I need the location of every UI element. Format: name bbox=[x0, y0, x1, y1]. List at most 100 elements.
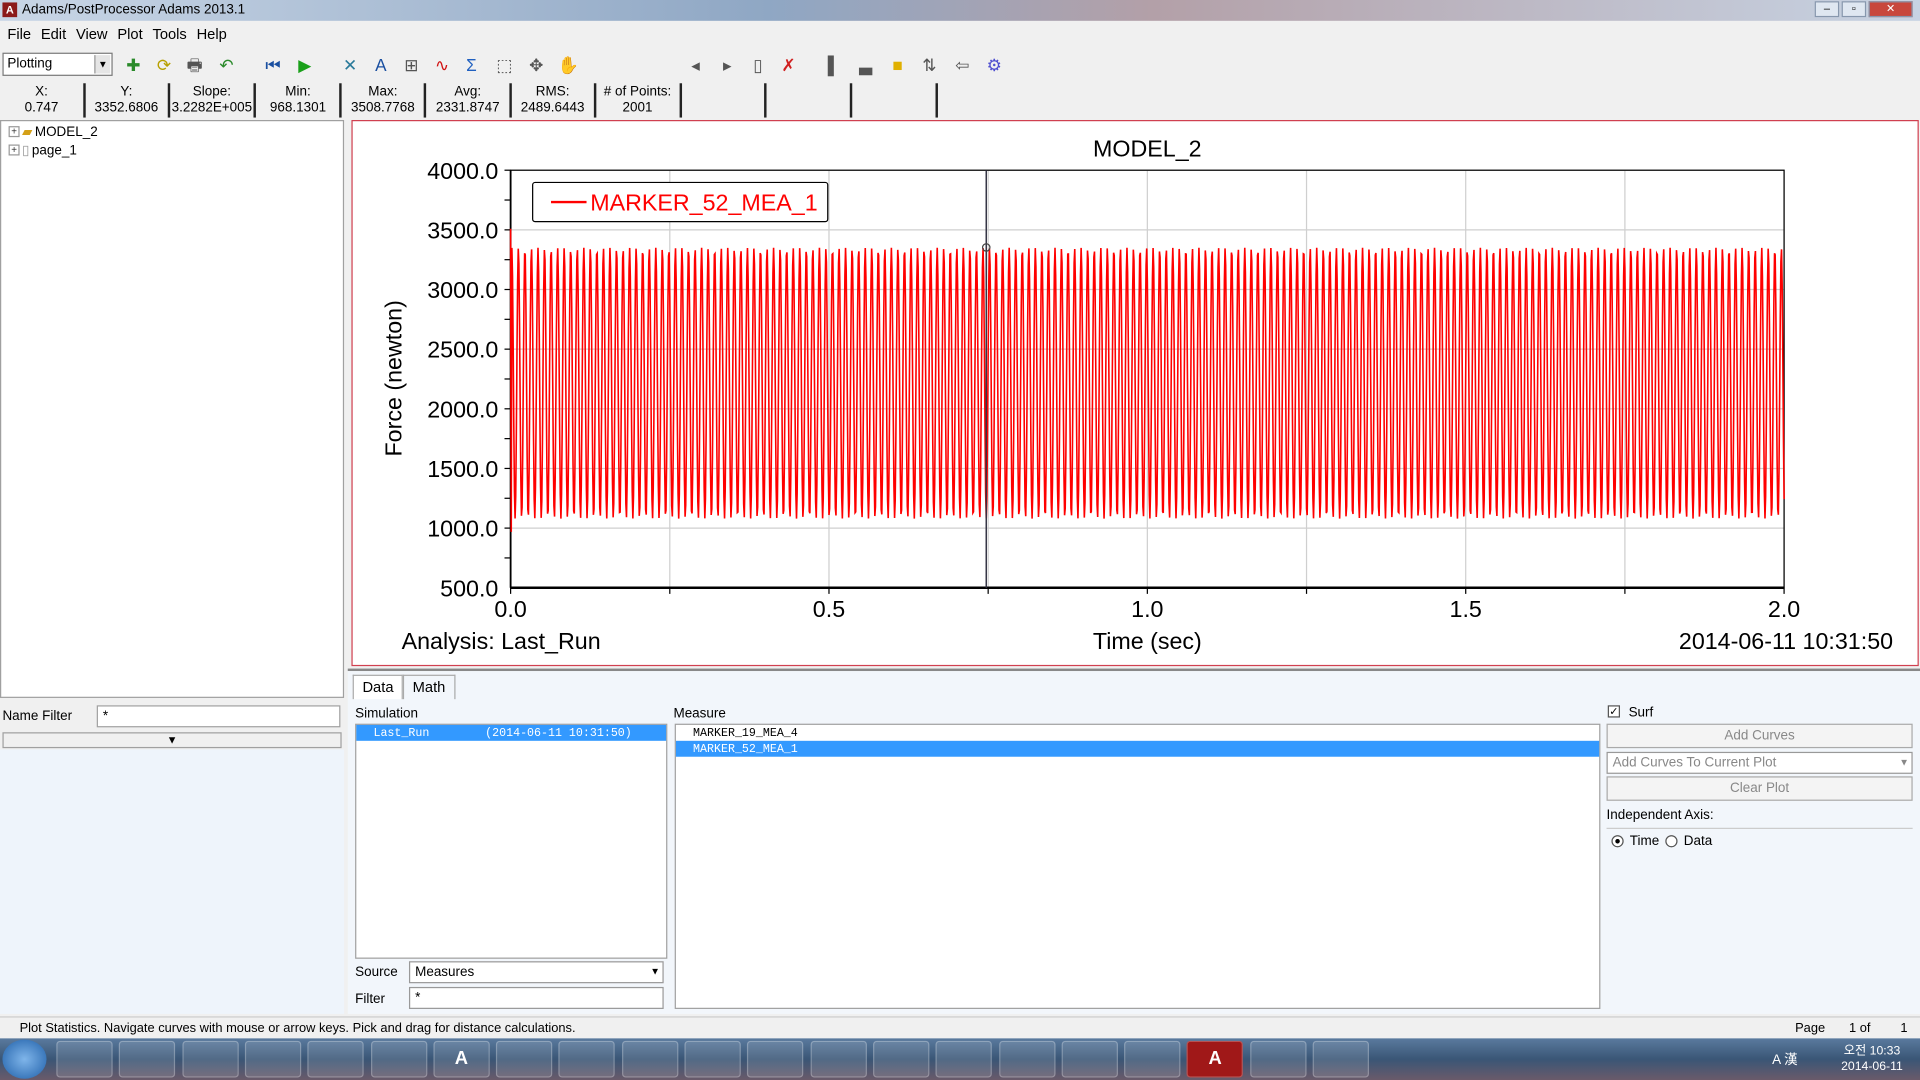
surf-label: Surf bbox=[1628, 705, 1654, 721]
data-radio[interactable] bbox=[1665, 834, 1678, 847]
delete-page-icon[interactable]: ✗ bbox=[778, 54, 800, 76]
refresh-icon[interactable]: ⟳ bbox=[153, 54, 175, 76]
text-icon[interactable]: A bbox=[370, 54, 392, 76]
clear-plot-button[interactable]: Clear Plot bbox=[1606, 776, 1913, 801]
maximize-button[interactable]: ▫ bbox=[1841, 1, 1867, 18]
simulation-list[interactable]: Last_Run (2014-06-11 10:31:50) bbox=[355, 723, 668, 959]
app-icon[interactable] bbox=[244, 1040, 302, 1078]
tab-data[interactable]: Data bbox=[352, 674, 404, 700]
explorer-icon[interactable] bbox=[119, 1040, 176, 1078]
layout2-icon[interactable]: ▃ bbox=[855, 54, 877, 76]
legend-label: MARKER_52_MEA_1 bbox=[590, 190, 817, 216]
surf-checkbox[interactable]: ✓ bbox=[1607, 705, 1621, 718]
sum-icon[interactable]: Σ bbox=[460, 54, 482, 76]
object-tree[interactable]: + ▰ MODEL_2 + ▯ page_1 bbox=[0, 120, 345, 698]
new-page-icon[interactable]: ▯ bbox=[747, 54, 769, 76]
data-label: Data bbox=[1683, 833, 1713, 848]
source-select[interactable]: Measures ▼ bbox=[408, 961, 664, 984]
name-filter-input[interactable]: * bbox=[96, 705, 341, 728]
app-icon[interactable] bbox=[621, 1040, 678, 1078]
fit-icon[interactable]: ✥ bbox=[525, 54, 547, 76]
mode-select[interactable]: Plotting ▼ bbox=[2, 52, 113, 76]
mode-value: Plotting bbox=[7, 56, 53, 72]
window-title: Adams/PostProcessor Adams 2013.1 bbox=[22, 2, 246, 18]
x-tick-label: 0.0 bbox=[494, 596, 526, 622]
menu-plot[interactable]: Plot bbox=[117, 23, 142, 45]
app-icon[interactable] bbox=[872, 1040, 930, 1078]
toggle-icon[interactable]: ⇅ bbox=[918, 54, 940, 76]
y-tick-label: 1500.0 bbox=[427, 456, 498, 482]
chrome-icon[interactable] bbox=[935, 1040, 993, 1078]
app-icon[interactable] bbox=[1124, 1040, 1181, 1078]
measure-list[interactable]: MARKER_19_MEA_4 MARKER_52_MEA_1 bbox=[674, 723, 1601, 1009]
menu-tools[interactable]: Tools bbox=[152, 23, 186, 45]
app-icon[interactable] bbox=[370, 1040, 427, 1078]
menu-view[interactable]: View bbox=[76, 23, 108, 45]
app-icon[interactable] bbox=[1312, 1040, 1369, 1078]
tree-item-model[interactable]: + ▰ MODEL_2 bbox=[8, 124, 98, 140]
stat-value: 3508.7768 bbox=[351, 100, 415, 116]
add-mode-select[interactable]: Add Curves To Current Plot ▼ bbox=[1606, 751, 1913, 774]
toolbar: Plotting ▼ ✚ ⟳ 🖶 ↶ ⏮ ▶ ✕ A ⊞ ∿ Σ ⬚ ✥ ✋ ◂ ▸ ▯ ✗ ▌ ▃ ■ ⇅ ⇦ ⚙ bbox=[0, 49, 1920, 81]
tab-math[interactable]: Math bbox=[402, 674, 456, 700]
media-icon[interactable] bbox=[181, 1040, 239, 1078]
stat-label: X: bbox=[35, 84, 48, 100]
layout-icon[interactable]: ▌ bbox=[823, 54, 845, 76]
stat-value: 2331.8747 bbox=[435, 100, 500, 116]
app-icon[interactable] bbox=[810, 1040, 867, 1078]
print-icon[interactable]: 🖶 bbox=[184, 54, 206, 76]
expand-panel-button[interactable]: ▼ bbox=[2, 732, 342, 749]
add-curves-button[interactable]: Add Curves bbox=[1606, 723, 1913, 749]
app-icon[interactable] bbox=[1061, 1040, 1118, 1078]
tree-item-page[interactable]: + ▯ page_1 bbox=[8, 142, 77, 158]
app-icon[interactable] bbox=[307, 1040, 364, 1078]
rewind-icon[interactable]: ⏮ bbox=[262, 54, 284, 76]
measure-item[interactable]: MARKER_19_MEA_4 bbox=[676, 725, 1599, 741]
previous-page-icon[interactable]: ◂ bbox=[684, 54, 706, 76]
y-tick-label: 500.0 bbox=[440, 575, 498, 601]
measure-item-selected[interactable]: MARKER_52_MEA_1 bbox=[675, 740, 1600, 757]
stat-field: Y: 3352.6806 bbox=[85, 83, 170, 118]
adams-postprocessor-icon[interactable]: A bbox=[1187, 1040, 1244, 1078]
app-icon[interactable] bbox=[558, 1040, 616, 1078]
close-button[interactable]: ✕ bbox=[1868, 1, 1913, 18]
curve-edit-icon[interactable]: ∿ bbox=[431, 54, 453, 76]
add-page-icon[interactable]: ✚ bbox=[122, 54, 144, 76]
time-radio[interactable] bbox=[1611, 834, 1624, 847]
y-axis-label: Force (newton) bbox=[381, 300, 407, 456]
grid-icon[interactable]: ⊞ bbox=[400, 54, 422, 76]
zoom-box-icon[interactable]: ⬚ bbox=[493, 54, 515, 76]
model-icon: ▰ bbox=[22, 124, 33, 140]
excel-icon[interactable] bbox=[684, 1040, 741, 1078]
menu-edit[interactable]: Edit bbox=[41, 23, 66, 45]
expand-icon[interactable]: + bbox=[8, 126, 20, 138]
clock[interactable]: 오전 10:33 2014-06-11 bbox=[1841, 1043, 1903, 1075]
expand-icon[interactable]: + bbox=[8, 144, 20, 156]
menu-file[interactable]: File bbox=[7, 23, 31, 45]
axes-tool-icon[interactable]: ✕ bbox=[339, 54, 361, 76]
kakaotalk-icon[interactable] bbox=[998, 1040, 1055, 1078]
settings-gear-icon[interactable]: ⚙ bbox=[983, 54, 1005, 76]
menu-help[interactable]: Help bbox=[197, 23, 227, 45]
play-icon[interactable]: ▶ bbox=[294, 54, 316, 76]
filter-input[interactable]: * bbox=[408, 986, 664, 1009]
next-page-icon[interactable]: ▸ bbox=[716, 54, 738, 76]
pan-hand-icon[interactable]: ✋ bbox=[557, 54, 579, 76]
export-icon[interactable]: ⇦ bbox=[951, 54, 973, 76]
app-icon[interactable] bbox=[1249, 1040, 1307, 1078]
color-icon[interactable]: ■ bbox=[887, 54, 909, 76]
chevron-down-icon: ▼ bbox=[650, 966, 661, 978]
minimize-button[interactable]: – bbox=[1814, 1, 1840, 18]
p-icon[interactable] bbox=[496, 1040, 553, 1078]
plot-area[interactable]: 500.0 1000.0 1500.0 2000.0 2500.0 3000.0 3500.… bbox=[351, 120, 1920, 667]
simulation-item[interactable]: Last_Run (2014-06-11 10:31:50) bbox=[356, 724, 667, 741]
plot-chart[interactable]: 500.0 1000.0 1500.0 2000.0 2500.0 3000.0 3500.… bbox=[353, 121, 1920, 667]
system-tray[interactable]: A 漢 bbox=[1772, 1049, 1797, 1069]
ie-icon[interactable] bbox=[56, 1040, 113, 1078]
windows-start-icon[interactable] bbox=[2, 1039, 47, 1079]
stat-field: # of Points: 2001 bbox=[596, 83, 682, 118]
app-icon[interactable] bbox=[747, 1040, 804, 1078]
status-message: Plot Statistics. Navigate curves with mo… bbox=[19, 1021, 576, 1036]
adams-a-icon[interactable]: A bbox=[433, 1040, 490, 1078]
undo-icon[interactable]: ↶ bbox=[216, 54, 238, 76]
